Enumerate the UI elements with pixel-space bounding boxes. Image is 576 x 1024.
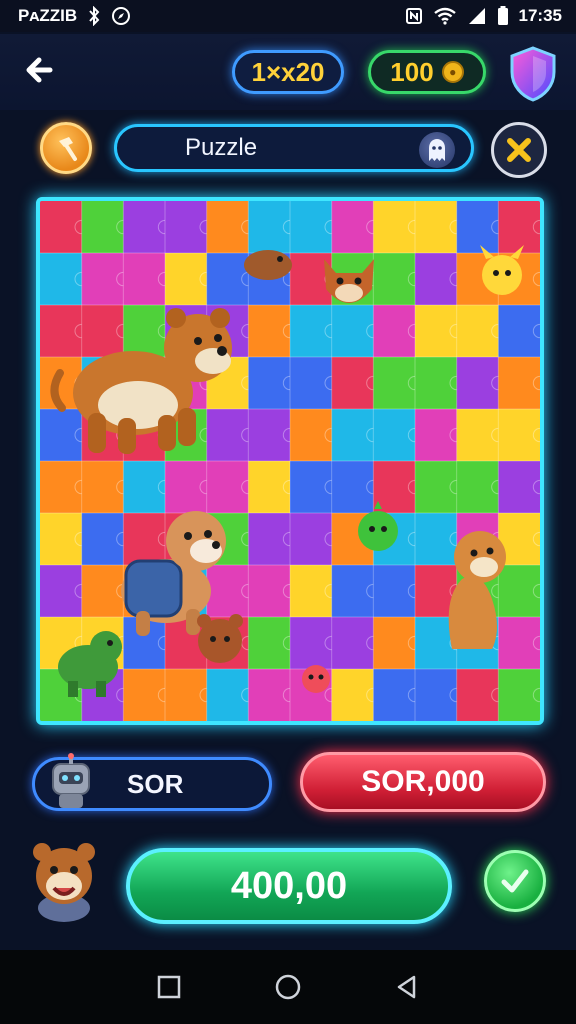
close-button[interactable] <box>491 122 547 178</box>
hint-button[interactable] <box>40 122 92 174</box>
status-app-label: PᴀZZIB <box>18 6 78 25</box>
signal-icon <box>468 8 485 24</box>
coin-icon: ● <box>441 61 464 83</box>
battery-icon <box>497 6 508 25</box>
small-critter-character <box>244 250 292 280</box>
home-icon[interactable] <box>274 973 302 1001</box>
check-icon <box>501 869 529 893</box>
status-time: 17:35 <box>518 6 562 25</box>
system-nav-bar <box>0 950 576 1024</box>
small-bear-character <box>197 614 243 663</box>
ghost-icon <box>429 139 445 161</box>
top-header: 1×x20 100 ● <box>0 34 576 110</box>
ghost-button[interactable] <box>419 132 455 168</box>
sor-button[interactable]: SOR,000 <box>300 752 546 812</box>
recent-apps-icon[interactable] <box>156 974 182 1000</box>
search-input[interactable]: Puzzle <box>114 124 474 172</box>
fox-character <box>324 259 374 303</box>
red-crab-character <box>302 665 330 693</box>
sor-field-label: SOR <box>127 768 184 799</box>
status-bar: PᴀZZIB 17:35 <box>0 0 576 32</box>
nfc-icon <box>405 8 422 24</box>
search-input-value: Puzzle <box>185 134 258 161</box>
dinosaur-character <box>58 631 122 697</box>
compass-icon <box>112 7 131 25</box>
bluetooth-icon <box>89 6 100 26</box>
amount-button-label: 400,00 <box>230 864 348 907</box>
wifi-icon <box>433 7 456 25</box>
green-bird-character <box>358 501 398 551</box>
back-icon[interactable] <box>394 974 420 1000</box>
coin-counter[interactable]: 100 ● <box>368 50 486 94</box>
amount-button[interactable]: 400,00 <box>126 848 452 924</box>
coin-counter-label: 100 <box>390 56 434 87</box>
toolbar: Puzzle <box>0 110 576 186</box>
sor-button-label: SOR,000 <box>361 765 485 798</box>
level-badge-label: 1×x20 <box>251 56 325 87</box>
puzzle-board[interactable] <box>36 197 544 725</box>
close-x-icon <box>507 138 531 162</box>
bear-character <box>50 308 232 454</box>
hint-hammer-icon <box>59 137 77 161</box>
confirm-row: 400,00 <box>0 836 576 936</box>
level-badge: 1×x20 <box>232 50 344 94</box>
robot-icon <box>52 753 90 808</box>
back-arrow-icon[interactable] <box>20 48 64 92</box>
action-row: SOR SOR,000 <box>0 748 576 818</box>
confirm-check-button[interactable] <box>484 850 546 912</box>
sor-field[interactable]: SOR <box>32 753 272 811</box>
bear-avatar-icon <box>33 843 95 922</box>
yellow-critter-character <box>480 245 524 295</box>
weasel-character <box>448 531 506 649</box>
shield-icon[interactable] <box>506 44 560 104</box>
